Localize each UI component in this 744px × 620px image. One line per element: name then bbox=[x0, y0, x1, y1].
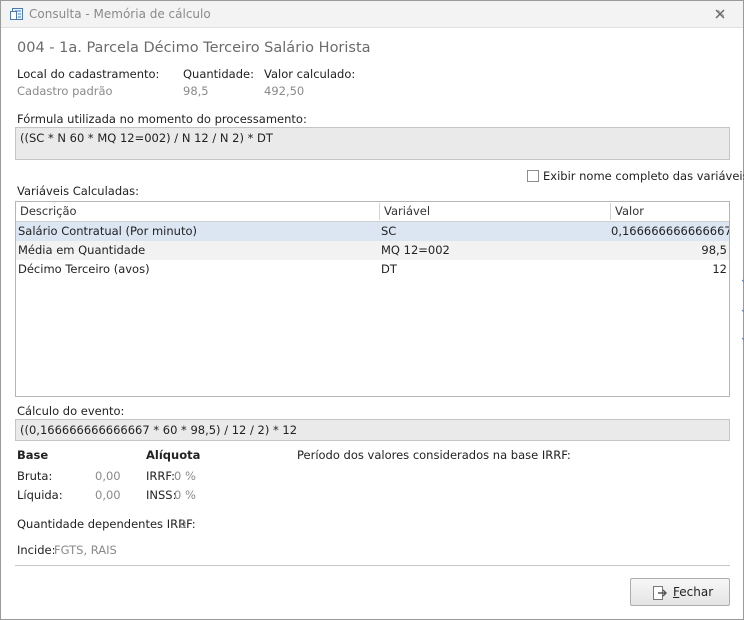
table-header: Descrição Variável Valor bbox=[16, 202, 729, 222]
calculo-text: ((0,166666666666667 * 60 * 98,5) / 12 / … bbox=[20, 423, 298, 437]
cell-descricao: Décimo Terceiro (avos) bbox=[18, 262, 150, 276]
formula-text: ((SC * N 60 * MQ 12=002) / N 12 / N 2) *… bbox=[20, 131, 273, 145]
calculo-field[interactable]: ((0,166666666666667 * 60 * 98,5) / 12 / … bbox=[15, 419, 730, 441]
close-button[interactable]: Fechar bbox=[630, 578, 730, 606]
show-full-names-checkbox[interactable] bbox=[527, 170, 539, 182]
quantidade-value: 98,5 bbox=[183, 84, 209, 98]
incide-label: Incide: bbox=[17, 543, 56, 557]
column-header-valor[interactable]: Valor bbox=[611, 202, 729, 221]
incide-value: FGTS, RAIS bbox=[54, 543, 117, 557]
valor-label: Valor calculado: bbox=[264, 67, 356, 81]
column-header-variavel[interactable]: Variável bbox=[380, 202, 610, 221]
table-row[interactable]: Salário Contratual (Por minuto) SC 0,166… bbox=[16, 222, 729, 241]
dialog-window: Consulta - Memória de cálculo 004 - 1a. … bbox=[0, 0, 744, 620]
close-icon[interactable] bbox=[713, 7, 727, 21]
column-header-descricao[interactable]: Descrição bbox=[16, 202, 379, 221]
window-title: Consulta - Memória de cálculo bbox=[29, 7, 211, 21]
title-bar[interactable]: Consulta - Memória de cálculo bbox=[1, 1, 743, 28]
cell-variavel: DT bbox=[381, 262, 397, 276]
inss-value: 0 % bbox=[174, 488, 196, 502]
event-heading: 004 - 1a. Parcela Décimo Terceiro Salári… bbox=[17, 40, 371, 56]
base-title: Base bbox=[17, 448, 49, 462]
close-button-label: Fechar bbox=[673, 585, 714, 599]
cell-valor: 98,5 bbox=[701, 243, 727, 257]
show-full-names-label[interactable]: Exibir nome completo das variáveis bbox=[543, 169, 744, 183]
inss-label: INSS: bbox=[146, 488, 177, 502]
valor-value: 492,50 bbox=[264, 84, 305, 98]
calculo-label: Cálculo do evento: bbox=[17, 404, 125, 418]
irrf-label: IRRF: bbox=[146, 469, 175, 483]
variables-table[interactable]: Descrição Variável Valor Salário Contrat… bbox=[15, 201, 730, 397]
formula-label: Fórmula utilizada no momento do processa… bbox=[17, 112, 307, 126]
liquida-label: Líquida: bbox=[17, 488, 63, 502]
cell-descricao: Salário Contratual (Por minuto) bbox=[18, 224, 197, 238]
quantidade-label: Quantidade: bbox=[183, 67, 254, 81]
table-row[interactable]: Média em Quantidade MQ 12=002 98,5 bbox=[16, 241, 729, 260]
bruta-label: Bruta: bbox=[17, 469, 53, 483]
liquida-value: 0,00 bbox=[95, 488, 121, 502]
exit-icon bbox=[653, 586, 667, 600]
cell-valor: 0,166666666666667 bbox=[611, 224, 730, 238]
irrf-value: 0 % bbox=[174, 469, 196, 483]
dependentes-label: Quantidade dependentes IRRF: bbox=[17, 517, 196, 531]
cell-descricao: Média em Quantidade bbox=[18, 243, 146, 257]
footer-divider bbox=[15, 565, 730, 566]
aliquota-title: Alíquota bbox=[146, 448, 201, 462]
local-label: Local do cadastramento: bbox=[17, 67, 160, 81]
cell-valor: 12 bbox=[712, 262, 727, 276]
cell-variavel: SC bbox=[381, 224, 397, 238]
variables-label: Variáveis Calculadas: bbox=[17, 184, 140, 198]
periodo-label: Período dos valores considerados na base… bbox=[297, 448, 571, 462]
background-window-edge bbox=[741, 279, 744, 341]
local-value: Cadastro padrão bbox=[17, 84, 113, 98]
cell-variavel: MQ 12=002 bbox=[381, 243, 450, 257]
dependentes-value: 0 bbox=[179, 517, 187, 531]
bruta-value: 0,00 bbox=[95, 469, 121, 483]
table-row[interactable]: Décimo Terceiro (avos) DT 12 bbox=[16, 260, 729, 279]
app-icon bbox=[10, 8, 23, 20]
formula-field[interactable]: ((SC * N 60 * MQ 12=002) / N 12 / N 2) *… bbox=[15, 127, 730, 160]
